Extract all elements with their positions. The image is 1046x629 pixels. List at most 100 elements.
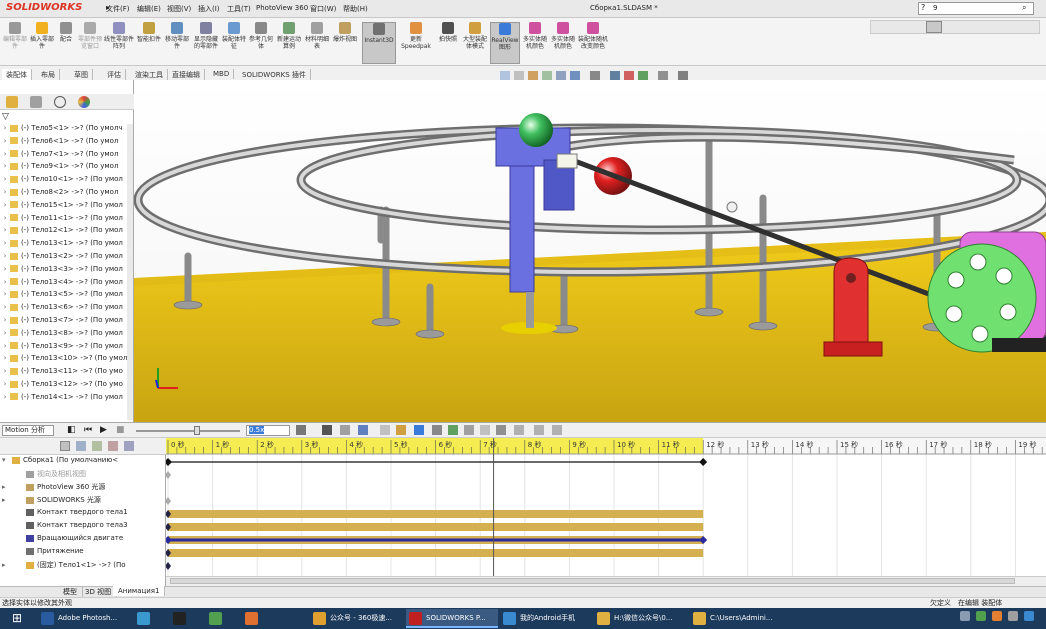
expand-arrow-icon[interactable]: ›: [0, 393, 10, 401]
expand-arrow-icon[interactable]: ›: [0, 124, 10, 132]
bottom-tab[interactable]: Анимация1: [113, 586, 166, 596]
tree-item[interactable]: › (-) Тело7<1> ->? (По умол: [0, 150, 134, 163]
zoom-out-icon[interactable]: [340, 425, 350, 435]
select-pointer-icon[interactable]: [926, 21, 942, 33]
tree-item[interactable]: › (-) Тело13<11> ->? (По умо: [0, 367, 134, 380]
toolbar-button[interactable]: 插入零部件: [30, 22, 54, 64]
timeline[interactable]: 0 秒 1 秒 2 秒 3 秒 4 秒 5 秒 6 秒 7 秒 8 秒 9 秒 10 秒 11 秒 12…: [166, 438, 1046, 576]
expand-arrow-icon[interactable]: ▸: [0, 483, 12, 491]
taskbar-item[interactable]: H:\微信公众号\0...: [594, 609, 688, 628]
expand-arrow-icon[interactable]: ›: [0, 137, 10, 145]
tree-item[interactable]: › (-) Тело9<1> ->? (По умол: [0, 162, 134, 175]
display-manager-icon[interactable]: [78, 96, 90, 108]
motion-tree-row[interactable]: ▸ (固定) Тело1<1> ->? (По: [0, 560, 166, 573]
toolbar-button[interactable]: 线性零部件阵列: [104, 22, 134, 64]
expand-arrow-icon[interactable]: ›: [0, 214, 10, 222]
toolbar-button[interactable]: 显示隐藏的零部件: [192, 22, 220, 64]
tree-item[interactable]: › (-) Тело13<12> ->? (По умо: [0, 380, 134, 393]
expand-arrow-icon[interactable]: ›: [0, 188, 10, 196]
taskbar-item[interactable]: [242, 609, 306, 628]
taskbar-item[interactable]: C:\Users\Admini...: [690, 609, 782, 628]
taskbar-item[interactable]: [170, 609, 204, 628]
toolbar-button[interactable]: 更新Speedpak: [400, 22, 432, 64]
expand-arrow-icon[interactable]: ›: [0, 252, 10, 260]
menu-item[interactable]: 工具(T): [227, 4, 251, 14]
save-animation-icon[interactable]: [534, 425, 544, 435]
playback-slider-track[interactable]: [136, 430, 240, 432]
tree-item[interactable]: › (-) Тело13<2> ->? (По умол: [0, 252, 134, 265]
motor-icon[interactable]: [380, 425, 390, 435]
toolbar-button[interactable]: 零部件预览窗口: [78, 22, 102, 64]
toolbar-button[interactable]: 新建运动算例: [276, 22, 302, 64]
motion-tree-row[interactable]: 视向及相机视图: [0, 469, 166, 482]
contact-icon[interactable]: [414, 425, 424, 435]
expand-arrow-icon[interactable]: ›: [0, 239, 10, 247]
tray-input-icon[interactable]: [1024, 611, 1034, 621]
expand-arrow-icon[interactable]: ›: [0, 278, 10, 286]
toolbar-button[interactable]: 装配体特征: [222, 22, 246, 64]
configuration-manager-icon[interactable]: [54, 96, 66, 108]
tree-item[interactable]: › (-) Тело15<1> ->? (По умол: [0, 201, 134, 214]
taskbar-item[interactable]: SOLIDWORKS P...: [406, 609, 498, 628]
expand-arrow-icon[interactable]: ›: [0, 329, 10, 337]
search-input[interactable]: 9: [918, 2, 1034, 15]
property-manager-icon[interactable]: [30, 96, 42, 108]
menu-item[interactable]: 帮助(H): [343, 4, 368, 14]
graphics-viewport[interactable]: [134, 80, 1046, 422]
menu-item[interactable]: 窗口(W): [310, 4, 336, 14]
stop-icon[interactable]: ■: [116, 425, 125, 435]
tray-wechat-icon[interactable]: [976, 611, 986, 621]
tree-item[interactable]: › (-) Тело13<4> ->? (По умол: [0, 278, 134, 291]
plots-icon[interactable]: [480, 425, 490, 435]
motion-study-properties-icon[interactable]: [552, 425, 562, 435]
expand-arrow-icon[interactable]: ▸: [0, 561, 12, 569]
tree-item[interactable]: › (-) Тело10<1> ->? (По умол: [0, 175, 134, 188]
filter-animated-icon[interactable]: [60, 441, 70, 451]
solidworks-logo[interactable]: SOLIDWORKS: [6, 2, 82, 13]
study-type-select[interactable]: Motion 分析: [2, 425, 54, 436]
toolbar-button[interactable]: 编辑零部件: [2, 22, 28, 64]
tree-item[interactable]: › (-) Тело8<2> ->? (По умол: [0, 188, 134, 201]
toolbar-button[interactable]: 配合: [56, 22, 76, 64]
spring-icon[interactable]: [396, 425, 406, 435]
calc-options-icon[interactable]: [496, 425, 506, 435]
tree-item[interactable]: › (-) Тело13<9> ->? (По умол: [0, 342, 134, 355]
toolbar-button[interactable]: 材料明细表: [304, 22, 330, 64]
feature-tree-icon[interactable]: [6, 96, 18, 108]
toolbar-button[interactable]: 大型装配体模式: [462, 22, 488, 64]
expand-arrow-icon[interactable]: ›: [0, 342, 10, 350]
toolbar-button[interactable]: 装配体随机改变颜色: [578, 22, 608, 64]
filter-selected-icon[interactable]: [92, 441, 102, 451]
expand-arrow-icon[interactable]: ›: [0, 175, 10, 183]
timeline-scroll-thumb[interactable]: [170, 578, 1015, 584]
playback-slider-thumb[interactable]: [194, 426, 200, 435]
expand-arrow-icon[interactable]: ›: [0, 226, 10, 234]
command-tab[interactable]: MBD: [209, 69, 235, 79]
toolbar-button[interactable]: 爆炸视图: [332, 22, 358, 64]
gravity-icon[interactable]: [432, 425, 442, 435]
toolbar-button[interactable]: 多实体随机颜色: [550, 22, 576, 64]
toolbar-button[interactable]: 智能扣件: [136, 22, 162, 64]
zoom-to-fit-timeline-icon[interactable]: [358, 425, 368, 435]
motion-tree-row[interactable]: Вращающийся двигате: [0, 534, 166, 547]
expand-arrow-icon[interactable]: ›: [0, 367, 10, 375]
menu-item[interactable]: 编辑(E): [137, 4, 161, 14]
help-icon[interactable]: ?: [921, 3, 925, 12]
motion-tree-row[interactable]: ▸ SOLIDWORKS 光源: [0, 495, 166, 508]
tray-network-icon[interactable]: [960, 611, 970, 621]
expand-arrow-icon[interactable]: ›: [0, 265, 10, 273]
tree-item[interactable]: › (-) Тело6<1> ->? (По умол: [0, 137, 134, 150]
timeline-canvas[interactable]: 0 秒 1 秒 2 秒 3 秒 4 秒 5 秒 6 秒 7 秒 8 秒 9 秒 10 秒 11 秒 12…: [166, 438, 1046, 576]
expand-arrow-icon[interactable]: ›: [0, 290, 10, 298]
motion-tree-row[interactable]: Контакт твердого тела1: [0, 508, 166, 521]
toolbar-button[interactable]: Instant3D: [362, 22, 396, 64]
tray-volume-icon[interactable]: [1008, 611, 1018, 621]
tree-item[interactable]: › (-) Тело11<1> ->? (По умол: [0, 214, 134, 227]
assembly-model-view[interactable]: [134, 80, 1046, 422]
expand-arrow-icon[interactable]: ›: [0, 354, 10, 362]
menu-item[interactable]: 插入(I): [198, 4, 220, 14]
zoom-timeline-icon[interactable]: [124, 441, 134, 451]
tree-item[interactable]: › (-) Тело13<8> ->? (По умол: [0, 329, 134, 342]
results-icon[interactable]: [464, 425, 474, 435]
expand-arrow-icon[interactable]: ›: [0, 380, 10, 388]
